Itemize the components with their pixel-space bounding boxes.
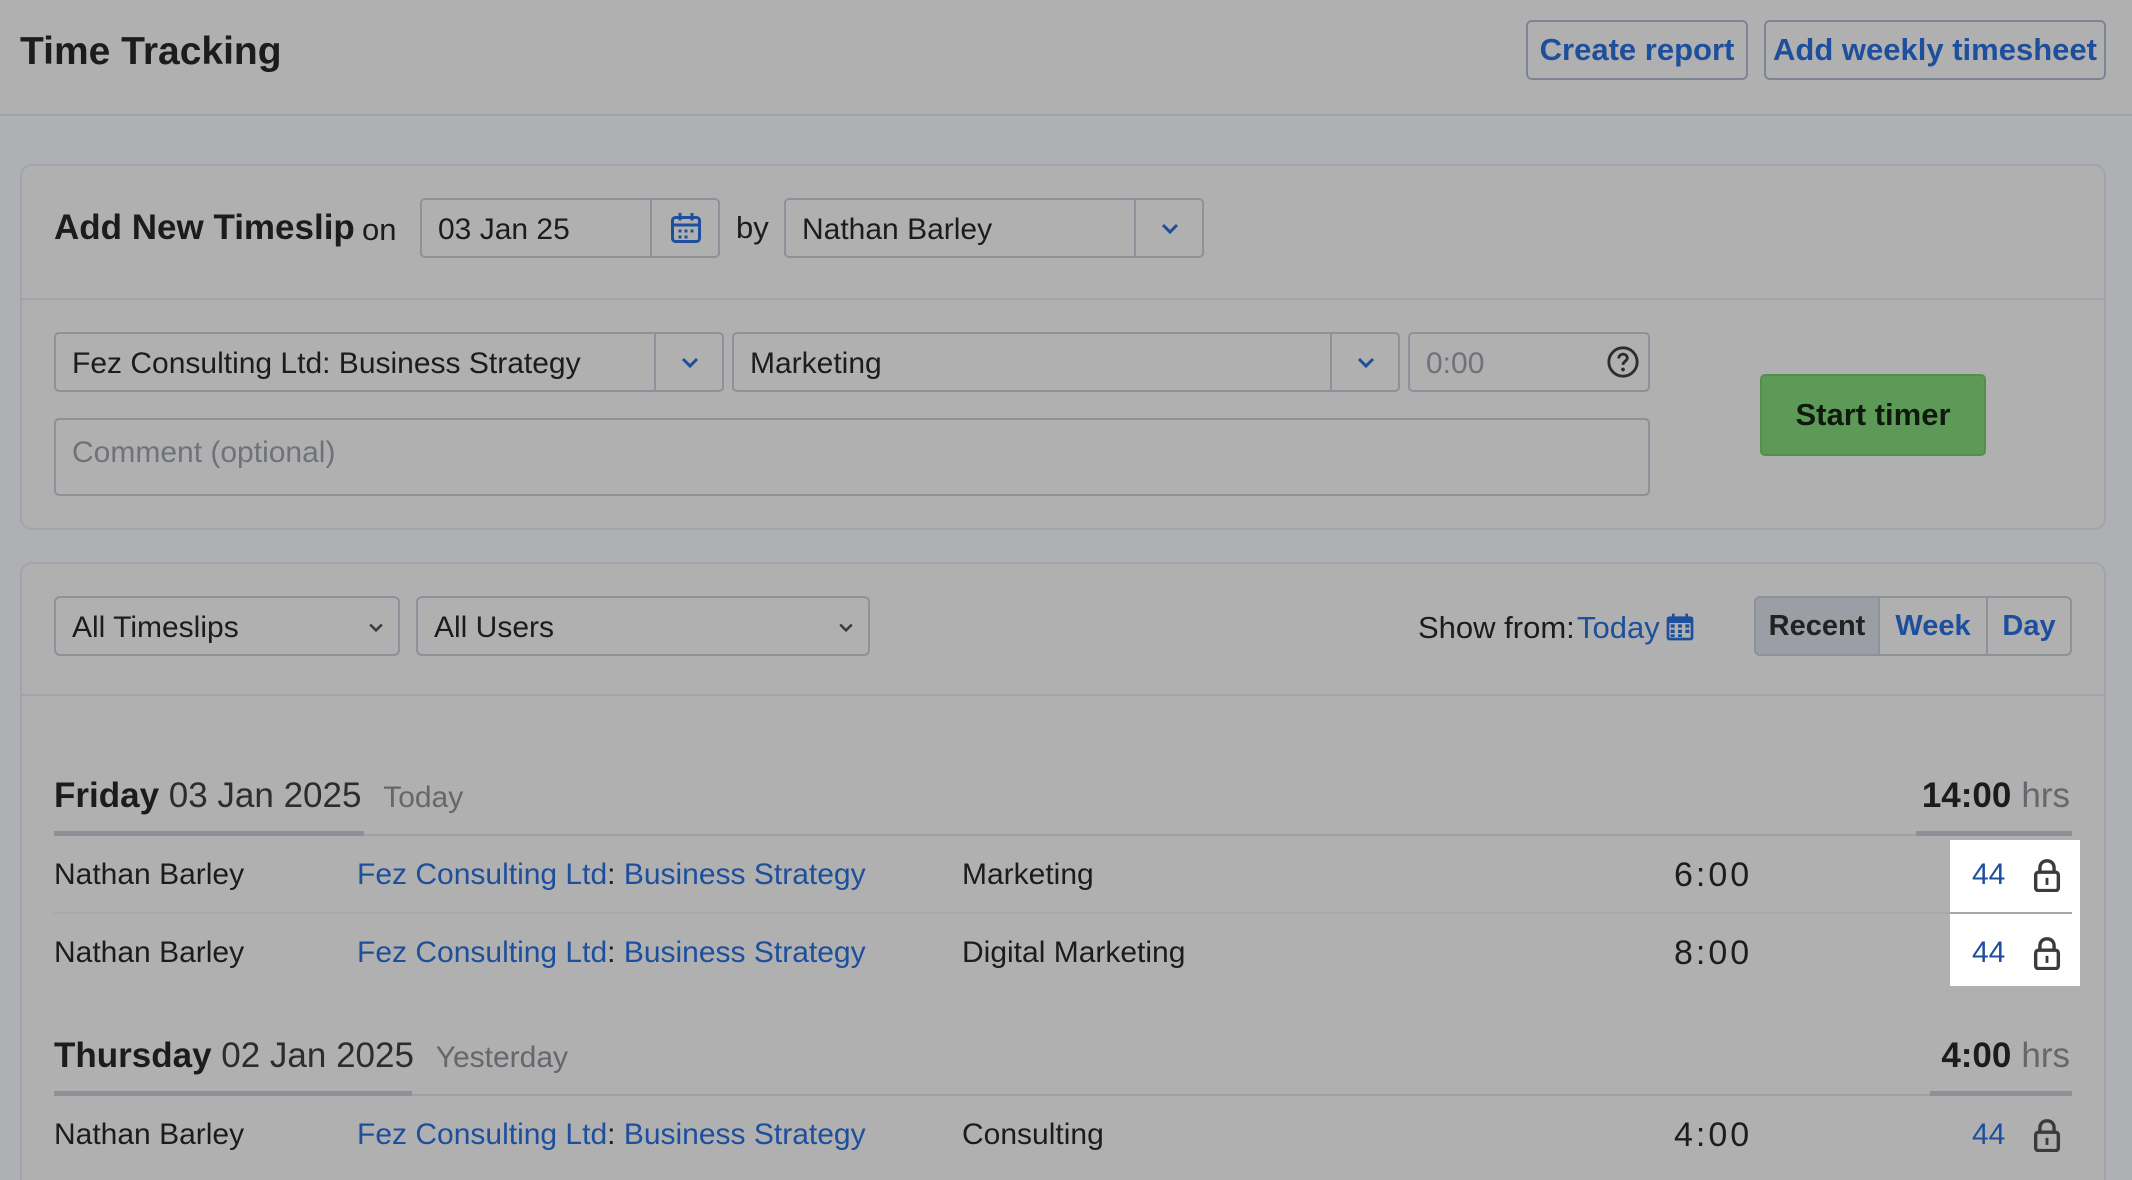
page-title: Time Tracking: [20, 30, 282, 73]
entry-project: Fez Consulting Ltd: Business Strategy: [357, 1118, 866, 1151]
entry-user: Nathan Barley: [54, 1118, 245, 1151]
day-weekday: Friday: [54, 776, 160, 815]
chevron-down-icon: [366, 617, 386, 642]
start-timer-button[interactable]: Start timer: [1760, 374, 1986, 456]
date-value: 03 Jan 25: [438, 213, 570, 246]
day-total-value: 4:00: [1941, 1036, 2012, 1075]
top-bar: Time Tracking Create report Add weekly t…: [0, 0, 2132, 116]
timeslip-filter-value: All Timeslips: [72, 611, 239, 644]
day-date: 03 Jan 2025: [168, 776, 362, 815]
entry-ref-link[interactable]: 44: [1972, 1118, 2005, 1152]
day-total-unit: hrs: [2021, 1036, 2070, 1075]
view-toggle: Recent Week Day: [1754, 596, 2072, 656]
user-filter-select[interactable]: All Users: [416, 596, 870, 656]
user-value: Nathan Barley: [802, 213, 993, 246]
view-day-button[interactable]: Day: [1988, 598, 2070, 654]
entry-task: Digital Marketing: [962, 936, 1186, 969]
chevron-down-icon[interactable]: [656, 334, 724, 390]
client-link[interactable]: Fez Consulting Ltd: [357, 1118, 607, 1151]
day-weekday: Thursday: [54, 1036, 212, 1075]
calendar-icon[interactable]: [1664, 610, 1696, 649]
date-field[interactable]: 03 Jan 25: [420, 198, 720, 258]
lock-icon: [2032, 1118, 2062, 1157]
chevron-down-icon: [836, 617, 856, 642]
day-heading: Friday 03 Jan 2025 Today: [54, 776, 463, 816]
client-link[interactable]: Fez Consulting Ltd: [357, 858, 607, 891]
add-weekly-timesheet-button[interactable]: Add weekly timesheet: [1764, 20, 2106, 80]
comment-placeholder: Comment (optional): [72, 436, 336, 469]
entry-user: Nathan Barley: [54, 858, 245, 891]
question-circle-icon[interactable]: [1600, 334, 1646, 390]
entry-ref-link[interactable]: 44: [1972, 936, 2005, 970]
entry-project: Fez Consulting Ltd: Business Strategy: [357, 858, 866, 891]
show-from-today-link[interactable]: Today: [1577, 610, 1660, 646]
entry-ref-link[interactable]: 44: [1972, 858, 2005, 892]
entry-hours: 8:00: [1674, 934, 1753, 972]
project-link[interactable]: Business Strategy: [624, 1118, 866, 1151]
day-heading: Thursday 02 Jan 2025 Yesterday: [54, 1036, 568, 1076]
chevron-down-icon[interactable]: [1332, 334, 1400, 390]
lock-icon: [2032, 936, 2062, 975]
on-label: on: [362, 212, 397, 247]
day-total: 14:00 hrs: [1922, 776, 2070, 816]
day-total: 4:00 hrs: [1941, 1036, 2070, 1076]
entry-hours: 4:00: [1674, 1116, 1753, 1154]
entry-hours: 6:00: [1674, 856, 1753, 894]
show-from-label: Show from:: [1418, 610, 1575, 645]
create-report-button[interactable]: Create report: [1526, 20, 1748, 80]
day-relative: Today: [383, 781, 464, 814]
day-total-value: 14:00: [1921, 776, 2012, 815]
task-value: Marketing: [750, 347, 882, 380]
add-timeslip-heading: Add New Timeslip: [54, 208, 355, 247]
timeslip-filter-select[interactable]: All Timeslips: [54, 596, 400, 656]
entry-task: Marketing: [962, 858, 1094, 891]
day-total-unit: hrs: [2021, 776, 2070, 815]
project-link[interactable]: Business Strategy: [624, 936, 866, 969]
hours-placeholder: 0:00: [1426, 347, 1485, 380]
day-date: 02 Jan 2025: [221, 1036, 414, 1075]
comment-input[interactable]: Comment (optional): [54, 418, 1650, 496]
user-select[interactable]: Nathan Barley: [784, 198, 1204, 258]
view-recent-button[interactable]: Recent: [1756, 598, 1880, 654]
entry-project: Fez Consulting Ltd: Business Strategy: [357, 936, 866, 969]
entry-task: Consulting: [962, 1118, 1104, 1151]
by-label: by: [736, 210, 769, 245]
lock-icon: [2032, 858, 2062, 897]
project-select[interactable]: Fez Consulting Ltd: Business Strategy: [54, 332, 724, 392]
chevron-down-icon[interactable]: [1136, 200, 1204, 256]
view-week-button[interactable]: Week: [1880, 598, 1988, 654]
day-relative: Yesterday: [435, 1041, 569, 1074]
entry-user: Nathan Barley: [54, 936, 245, 969]
project-value: Fez Consulting Ltd: Business Strategy: [72, 347, 581, 380]
task-select[interactable]: Marketing: [732, 332, 1400, 392]
project-link[interactable]: Business Strategy: [624, 858, 866, 891]
client-link[interactable]: Fez Consulting Ltd: [357, 936, 607, 969]
user-filter-value: All Users: [434, 611, 555, 644]
hours-input[interactable]: 0:00: [1408, 332, 1650, 392]
calendar-icon[interactable]: [652, 200, 720, 256]
